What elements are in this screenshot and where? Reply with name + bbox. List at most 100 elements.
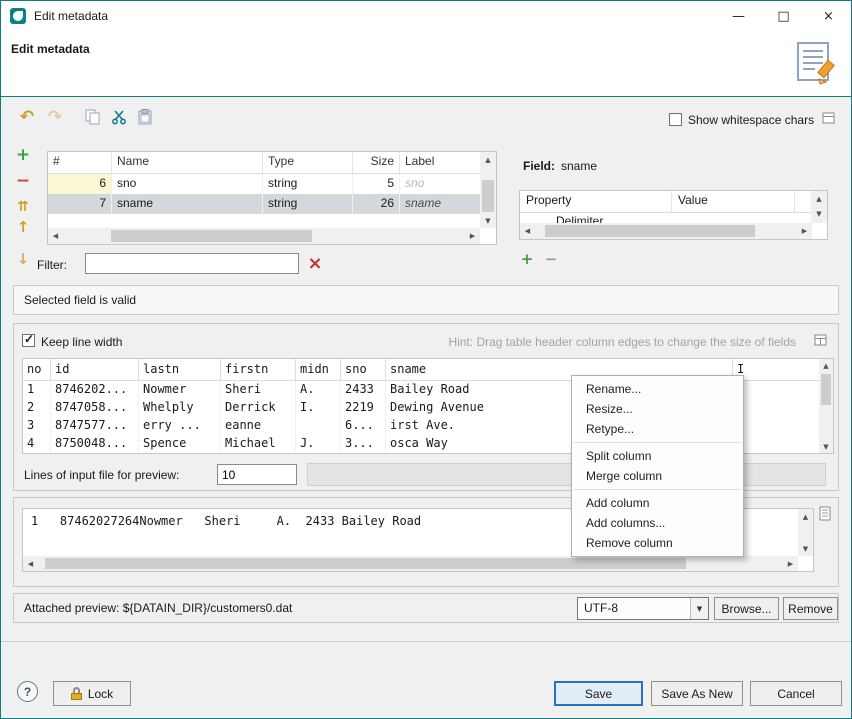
title-bar: Edit metadata — □ × — [1, 1, 851, 31]
lock-button[interactable]: Lock — [53, 681, 131, 706]
menu-item-remove-column[interactable]: Remove column — [572, 533, 743, 553]
fields-hscrollbar[interactable] — [48, 228, 480, 244]
menu-separator — [574, 489, 741, 490]
scroll-left-arrow[interactable] — [520, 223, 535, 239]
remove-property-icon[interactable] — [541, 249, 561, 269]
undo-icon[interactable] — [15, 105, 39, 129]
col-partial[interactable]: I — [733, 359, 833, 381]
show-whitespace-label: Show whitespace chars — [688, 113, 814, 127]
filter-input[interactable] — [85, 253, 299, 274]
col-size[interactable]: Size — [353, 152, 400, 174]
scroll-left-arrow[interactable] — [48, 228, 63, 244]
maximize-button[interactable]: □ — [761, 1, 806, 31]
keep-line-width-checkbox[interactable] — [22, 334, 35, 347]
col-type[interactable]: Type — [263, 152, 353, 174]
col-num[interactable]: # — [48, 152, 112, 174]
cell-type[interactable]: string — [263, 174, 353, 194]
encoding-value: UTF-8 — [578, 598, 690, 619]
col-firstn[interactable]: firstn — [221, 359, 296, 381]
attached-preview-label: Attached preview: ${DATAIN_DIR}/customer… — [24, 601, 292, 615]
cell-size[interactable]: 5 — [353, 174, 400, 194]
cut-icon[interactable] — [107, 105, 131, 129]
cell-size[interactable]: 26 — [353, 194, 400, 214]
raw-preview-line: 1 87462027264Nowmer Sheri A. 2433 Bailey… — [31, 514, 421, 528]
field-row-sno[interactable]: 6 sno string 5 sno — [48, 174, 496, 194]
col-midn[interactable]: midn — [296, 359, 341, 381]
disabled-field — [307, 463, 826, 486]
move-down-icon[interactable] — [13, 249, 33, 269]
scroll-up-arrow[interactable] — [798, 509, 813, 524]
menu-item-add-columns[interactable]: Add columns... — [572, 513, 743, 533]
padlock-icon — [71, 687, 82, 700]
field-detail-name: sname — [561, 159, 597, 173]
menu-separator — [574, 442, 741, 443]
cell-type[interactable]: string — [263, 194, 353, 214]
add-field-icon[interactable] — [13, 145, 33, 165]
attached-preview-bar: Attached preview: ${DATAIN_DIR}/customer… — [13, 593, 839, 623]
menu-item-split-column[interactable]: Split column — [572, 446, 743, 466]
scroll-down-arrow[interactable] — [798, 541, 813, 556]
minimize-button[interactable]: — — [716, 1, 761, 31]
col-no[interactable]: no — [23, 359, 51, 381]
move-top-icon[interactable] — [13, 197, 33, 217]
scroll-right-arrow[interactable] — [465, 228, 480, 244]
menu-item-retype[interactable]: Retype... — [572, 419, 743, 439]
scroll-up-arrow[interactable] — [480, 152, 496, 167]
remove-button[interactable]: Remove — [783, 597, 838, 620]
page-title: Edit metadata — [11, 42, 90, 56]
menu-item-rename[interactable]: Rename... — [572, 379, 743, 399]
property-hscrollbar[interactable] — [520, 223, 812, 239]
redo-icon[interactable] — [43, 105, 67, 129]
scroll-down-arrow[interactable] — [811, 206, 827, 221]
cell-name[interactable]: sname — [112, 194, 263, 214]
scroll-down-arrow[interactable] — [819, 440, 833, 453]
scroll-left-arrow[interactable] — [23, 556, 38, 571]
move-up-icon[interactable] — [13, 217, 33, 237]
menu-item-merge-column[interactable]: Merge column — [572, 466, 743, 486]
field-row-sname-selected[interactable]: 7 sname string 26 sname — [48, 194, 496, 214]
save-as-new-button[interactable]: Save As New — [651, 681, 743, 706]
clear-filter-icon[interactable] — [303, 251, 327, 275]
cell-name[interactable]: sno — [112, 174, 263, 194]
preview-vscrollbar[interactable] — [819, 359, 833, 453]
menu-item-add-column[interactable]: Add column — [572, 493, 743, 513]
col-name[interactable]: Name — [112, 152, 263, 174]
view-menu-icon[interactable] — [822, 111, 836, 128]
browse-button[interactable]: Browse... — [714, 597, 779, 620]
col-id[interactable]: id — [51, 359, 139, 381]
menu-item-resize[interactable]: Resize... — [572, 399, 743, 419]
table-options-icon[interactable] — [814, 333, 828, 350]
remove-field-icon[interactable] — [13, 171, 33, 191]
col-sno[interactable]: sno — [341, 359, 386, 381]
scroll-up-arrow[interactable] — [819, 359, 833, 372]
property-vscrollbar[interactable] — [811, 191, 827, 223]
scroll-right-arrow[interactable] — [797, 223, 812, 239]
raw-hscrollbar[interactable] — [23, 556, 798, 571]
col-value[interactable]: Value — [672, 191, 795, 213]
raw-vscrollbar[interactable] — [798, 509, 813, 556]
encoding-combo[interactable]: UTF-8 — [577, 597, 709, 620]
fields-vscrollbar[interactable] — [480, 152, 496, 228]
paste-icon[interactable] — [133, 105, 157, 129]
chevron-down-icon[interactable] — [690, 598, 708, 619]
add-property-icon[interactable] — [517, 249, 537, 269]
close-button[interactable]: × — [806, 1, 851, 31]
save-button[interactable]: Save — [554, 681, 643, 706]
cell-num[interactable]: 6 — [48, 174, 112, 194]
col-lastn[interactable]: lastn — [139, 359, 221, 381]
lines-for-preview-input[interactable] — [217, 464, 297, 485]
scroll-right-arrow[interactable] — [783, 556, 798, 571]
cancel-button[interactable]: Cancel — [750, 681, 842, 706]
copy-icon[interactable] — [81, 105, 105, 129]
scroll-down-arrow[interactable] — [480, 213, 496, 228]
cell-num[interactable]: 7 — [48, 194, 112, 214]
property-table: Property Value Delimiter — [519, 190, 828, 240]
show-whitespace-checkbox[interactable] — [669, 113, 682, 126]
document-icon[interactable] — [819, 506, 832, 524]
window-title: Edit metadata — [34, 9, 108, 23]
fields-table: # Name Type Size Label 6 sno string 5 sn… — [47, 151, 497, 245]
col-property[interactable]: Property — [520, 191, 672, 213]
filter-label: Filter: — [37, 258, 67, 272]
scroll-up-arrow[interactable] — [811, 191, 827, 206]
help-icon[interactable]: ? — [17, 681, 38, 702]
